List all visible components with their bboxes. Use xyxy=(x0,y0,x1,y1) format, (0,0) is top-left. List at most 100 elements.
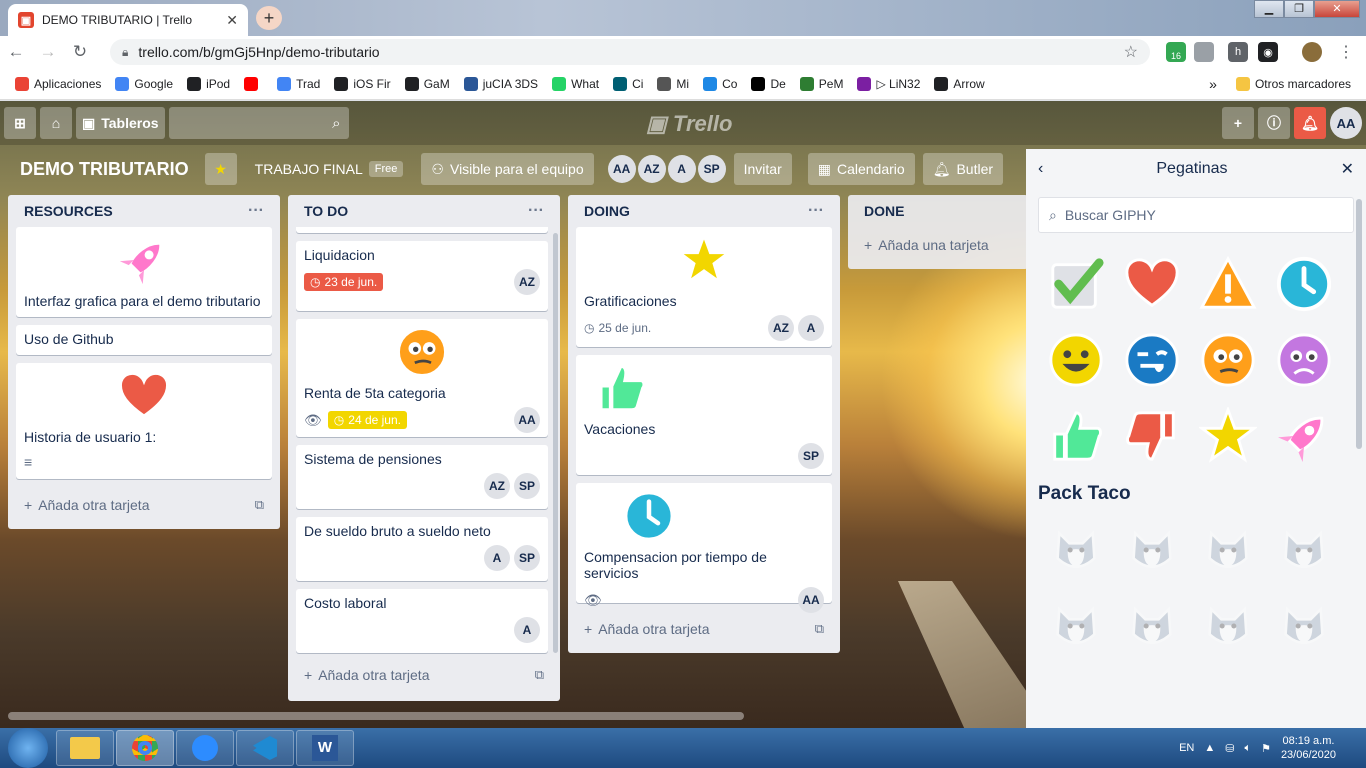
card[interactable]: Costo laboral A xyxy=(296,589,548,653)
taco-dog-sticker-option[interactable] xyxy=(1114,593,1190,659)
clock[interactable]: 08:19 a.m. 23/06/2020 xyxy=(1281,734,1336,762)
card[interactable]: De sueldo bruto a sueldo neto A SP xyxy=(296,517,548,581)
tongue-sticker-option[interactable] xyxy=(1114,327,1190,393)
other-bookmarks[interactable]: Otros marcadores xyxy=(1231,76,1356,91)
user-avatar[interactable]: AA xyxy=(1330,107,1362,139)
maximize-button[interactable]: ❐ xyxy=(1284,0,1314,18)
member-avatar[interactable]: A xyxy=(667,155,696,183)
browser-tab[interactable]: ▣ DEMO TRIBUTARIO | Trello ✕ xyxy=(8,4,248,36)
home-icon[interactable]: ⌂ xyxy=(40,107,72,139)
list-header[interactable]: TO DO ··· xyxy=(296,195,552,227)
close-tab-icon[interactable]: ✕ xyxy=(226,12,238,29)
start-button[interactable] xyxy=(8,728,48,768)
card-member[interactable]: SP xyxy=(514,545,540,571)
bookmark-item[interactable]: Arrow xyxy=(929,76,989,91)
due-date-badge[interactable]: ◷ 24 de jun. xyxy=(327,411,407,429)
list-header[interactable]: RESOURCES ··· xyxy=(16,195,272,227)
card-member[interactable]: A xyxy=(798,315,824,341)
card-member[interactable]: AZ xyxy=(484,473,510,499)
list-menu-icon[interactable]: ··· xyxy=(528,202,544,220)
card-member[interactable]: AZ xyxy=(514,269,540,295)
heart-sticker-option[interactable] xyxy=(1114,251,1190,317)
board-horizontal-scrollbar[interactable] xyxy=(8,712,744,720)
card-member[interactable]: A xyxy=(514,617,540,643)
card[interactable]: Vacaciones SP xyxy=(576,355,832,475)
info-icon[interactable]: ⓘ xyxy=(1258,107,1290,139)
language-indicator[interactable]: EN xyxy=(1179,742,1194,754)
reload-icon[interactable]: ↻ xyxy=(64,42,96,62)
network-icon[interactable]: ⛁ xyxy=(1225,742,1234,755)
list-menu-icon[interactable]: ··· xyxy=(808,202,824,220)
invite-button[interactable]: Invitar xyxy=(733,153,792,185)
bookmark-item[interactable]: PeM xyxy=(795,76,849,91)
due-date-badge[interactable]: ◷ 25 de jun. xyxy=(584,321,651,335)
bookmark-item[interactable]: Trad xyxy=(272,76,325,91)
close-icon[interactable]: ✕ xyxy=(1341,159,1354,179)
back-icon[interactable]: ← xyxy=(0,42,32,62)
taco-dog-sticker-option[interactable] xyxy=(1114,517,1190,583)
taco-dog-sticker-option[interactable] xyxy=(1266,517,1342,583)
search-input[interactable]: ⌕ xyxy=(168,107,349,139)
card[interactable]: Gratificaciones ◷ 25 de jun. AZ A xyxy=(576,227,832,347)
add-card-button[interactable]: + Añada una tarjeta xyxy=(856,227,1020,263)
boards-button[interactable]: ▣ Tableros xyxy=(76,107,165,139)
card[interactable]: Liquidacion ◷ 23 de jun. AZ xyxy=(296,241,548,311)
card-member[interactable]: AZ xyxy=(768,315,794,341)
trello-logo[interactable]: ▣ Trello xyxy=(646,111,732,137)
bookmark-item[interactable]: ▷ LiN32 xyxy=(852,76,925,91)
bookmark-item[interactable]: Ci xyxy=(608,76,648,91)
list-header[interactable]: DOING ··· xyxy=(576,195,832,227)
card[interactable] xyxy=(296,227,548,233)
new-tab-button[interactable]: + xyxy=(256,6,282,30)
extension-icon[interactable] xyxy=(1194,42,1214,62)
card[interactable]: Sistema de pensiones AZ SP xyxy=(296,445,548,509)
profile-avatar[interactable] xyxy=(1302,42,1322,62)
bookmark-item[interactable]: GaM xyxy=(400,76,455,91)
calendar-button[interactable]: ▦ Calendario xyxy=(807,153,915,185)
close-window-button[interactable]: ✕ xyxy=(1314,0,1360,18)
giphy-search-input[interactable]: ⌕ Buscar GIPHY xyxy=(1038,197,1354,233)
bookmark-item[interactable]: Mi xyxy=(652,76,694,91)
word-taskbar-icon[interactable]: W xyxy=(296,730,354,766)
warning-sticker-option[interactable] xyxy=(1190,251,1266,317)
card[interactable]: Renta de 5ta categoria 👁︎ ◷ 24 de jun. AA xyxy=(296,319,548,437)
board-title[interactable]: DEMO TRIBUTARIO xyxy=(12,155,197,184)
bookmark-item[interactable] xyxy=(239,76,268,91)
member-avatar[interactable]: AA xyxy=(607,155,636,183)
bookmark-item[interactable]: De xyxy=(746,76,790,91)
thinking-face-sticker-option[interactable] xyxy=(1190,327,1266,393)
create-plus-icon[interactable]: + xyxy=(1222,107,1254,139)
taco-dog-sticker-option[interactable] xyxy=(1190,593,1266,659)
butler-button[interactable]: 🔔︎ Butler xyxy=(922,153,1004,185)
card[interactable]: Compensacion por tiempo de servicios 👁︎ A… xyxy=(576,483,832,613)
member-avatar[interactable]: SP xyxy=(697,155,726,183)
card-member[interactable]: AA xyxy=(514,407,540,433)
flag-icon[interactable]: ⚑ xyxy=(1261,742,1271,755)
card-template-icon[interactable]: ⧉ xyxy=(255,497,264,513)
add-card-button[interactable]: + Añada otra tarjeta ⧉ xyxy=(576,611,832,647)
vscode-taskbar-icon[interactable] xyxy=(236,730,294,766)
bookmark-item[interactable]: Google xyxy=(110,76,178,91)
bookmark-item[interactable]: juCIA 3DS xyxy=(459,76,543,91)
clock-sticker-option[interactable] xyxy=(1266,251,1342,317)
add-card-button[interactable]: + Añada otra tarjeta ⧉ xyxy=(16,487,272,523)
bookmark-item[interactable]: iOS Fir xyxy=(329,76,395,91)
add-card-button[interactable]: + Añada otra tarjeta ⧉ xyxy=(296,657,552,693)
taco-dog-sticker-option[interactable] xyxy=(1190,517,1266,583)
list-scrollbar[interactable] xyxy=(553,233,558,653)
frown-sticker-option[interactable] xyxy=(1266,327,1342,393)
forward-icon[interactable]: → xyxy=(32,42,64,62)
minimize-button[interactable]: ▁ xyxy=(1254,0,1284,18)
visibility-button[interactable]: ⚇ Visible para el equipo xyxy=(421,153,594,185)
notifications-bell-icon[interactable]: 🔔︎ xyxy=(1294,107,1326,139)
thumbs-up-sticker-option[interactable] xyxy=(1038,403,1114,469)
card[interactable]: Uso de Github xyxy=(16,325,272,355)
bookmark-item[interactable]: Co xyxy=(698,76,742,91)
check-sticker-option[interactable] xyxy=(1038,251,1114,317)
card-template-icon[interactable]: ⧉ xyxy=(815,621,824,637)
bookmark-item[interactable]: What xyxy=(547,76,604,91)
omnibox[interactable]: 🔒︎ trello.com/b/gmGj5Hnp/demo-tributario… xyxy=(110,39,1150,65)
card[interactable]: Historia de usuario 1: ≡ xyxy=(16,363,272,479)
card-member[interactable]: SP xyxy=(514,473,540,499)
bookmark-star-icon[interactable]: ☆ xyxy=(1124,42,1138,62)
